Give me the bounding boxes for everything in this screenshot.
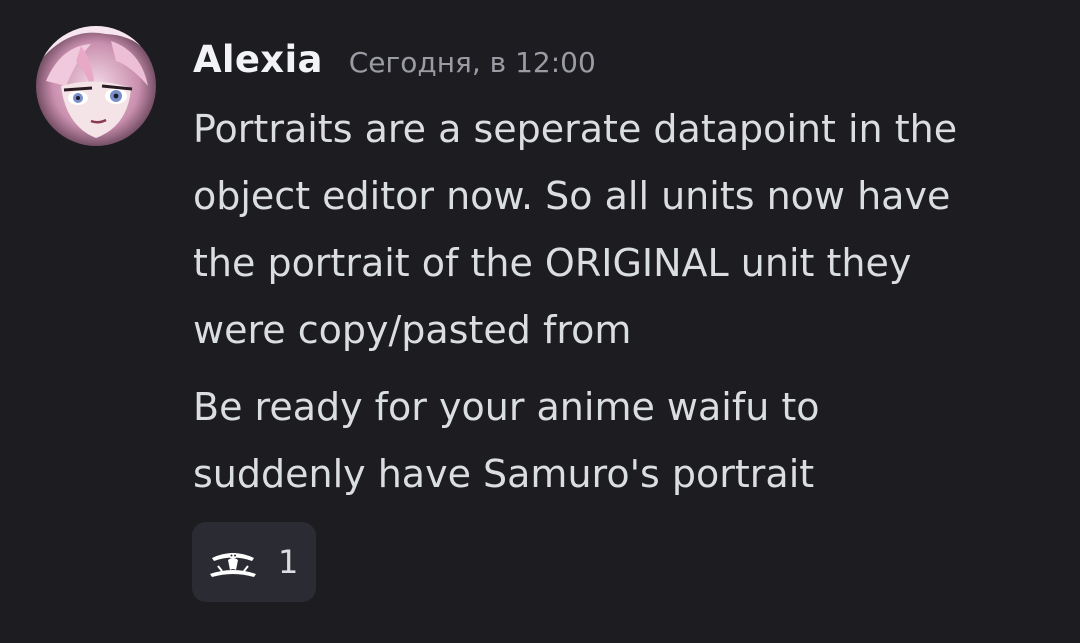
chat-message: Alexia Сегодня, в 12:00 Portraits are a … <box>0 0 1080 643</box>
message-text-line: object editor now. So all units now have <box>193 174 951 218</box>
message-header: Alexia Сегодня, в 12:00 <box>193 38 596 88</box>
message-text-line: the portrait of the ORIGINAL unit they <box>193 241 912 285</box>
message-content: Portraits are a seperate datapoint in th… <box>193 96 1063 508</box>
author-name[interactable]: Alexia <box>193 38 323 81</box>
message-timestamp: Сегодня, в 12:00 <box>348 46 596 79</box>
reaction-button[interactable]: 1 <box>192 522 316 602</box>
avatar-image <box>36 26 156 146</box>
message-text-line: were copy/pasted from <box>193 308 632 352</box>
message-text-line: Be ready for your anime waifu to <box>193 385 820 429</box>
message-text-line: Portraits are a seperate datapoint in th… <box>193 107 958 151</box>
reaction-count: 1 <box>278 543 299 581</box>
message-text-line: suddenly have Samuro's portrait <box>193 452 815 496</box>
ship-emoji-icon <box>208 542 258 582</box>
user-avatar[interactable] <box>36 26 156 146</box>
